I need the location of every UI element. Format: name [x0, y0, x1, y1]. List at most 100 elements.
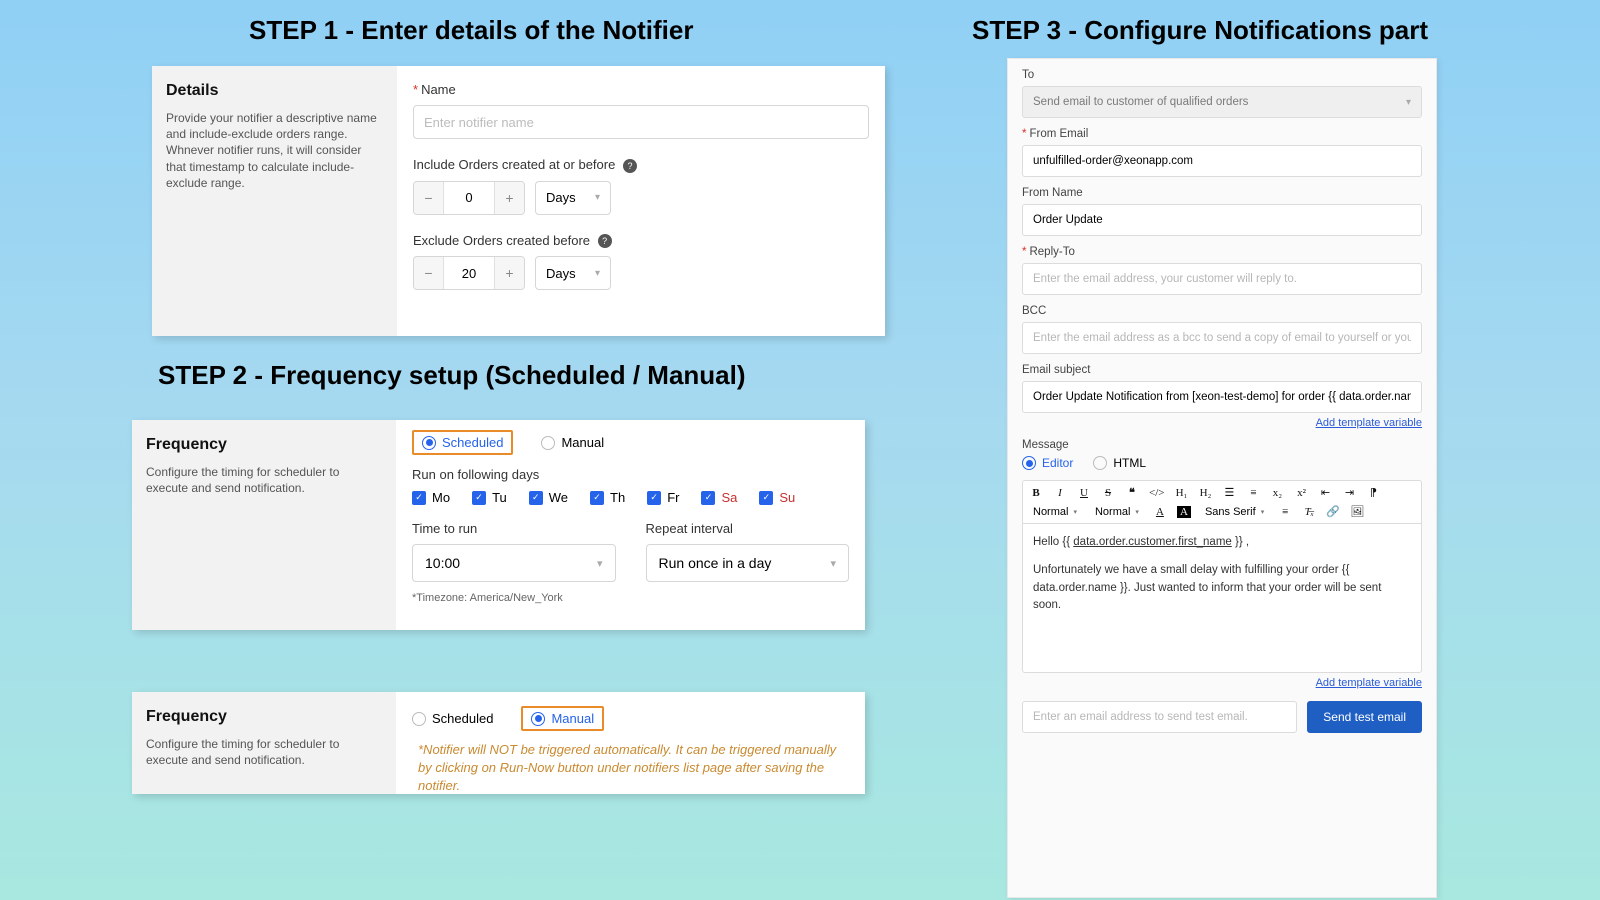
bg-color-icon[interactable]: A [1177, 506, 1191, 518]
include-value-input[interactable] [444, 182, 494, 214]
code-icon[interactable]: </> [1149, 487, 1164, 499]
clear-format-icon[interactable]: T̶ₓ [1302, 506, 1316, 518]
outdent-icon[interactable]: ⇤ [1318, 486, 1332, 499]
help-icon[interactable]: ? [623, 159, 637, 173]
h2-icon[interactable]: H₂ [1198, 487, 1212, 499]
heading-step2: STEP 2 - Frequency setup (Scheduled / Ma… [158, 360, 746, 391]
days-label: Run on following days [412, 467, 849, 482]
include-stepper: − + [413, 181, 525, 215]
subject-input[interactable] [1022, 381, 1422, 413]
h1-icon[interactable]: H₁ [1174, 487, 1188, 499]
radio-dot-icon [541, 436, 555, 450]
direction-icon[interactable]: ⁋ [1366, 486, 1380, 499]
frequency-title: Frequency [146, 436, 382, 454]
radio-dot-icon [412, 712, 426, 726]
details-desc: Provide your notifier a descriptive name… [166, 110, 383, 191]
checkbox-icon: ✓ [701, 491, 715, 505]
underline-icon[interactable]: U [1077, 487, 1091, 499]
link-icon[interactable]: 🔗 [1326, 505, 1340, 518]
frequency-desc: Configure the timing for scheduler to ex… [146, 464, 382, 496]
editor-text: Hello {{ [1033, 536, 1073, 548]
checkbox-icon: ✓ [759, 491, 773, 505]
from-name-input[interactable] [1022, 204, 1422, 236]
include-increment-button[interactable]: + [494, 182, 524, 214]
radio-dot-icon [1022, 456, 1036, 470]
panel-notifications: To Send email to customer of qualified o… [1007, 58, 1437, 898]
exclude-value-input[interactable] [444, 257, 494, 289]
from-name-label: From Name [1022, 187, 1422, 199]
from-email-label: *From Email [1022, 128, 1422, 140]
to-label: To [1022, 69, 1422, 81]
send-test-email-button[interactable]: Send test email [1307, 701, 1422, 733]
editor-toolbar: B I U S ❝ </> H₁ H₂ ☰ ≡ x₂ x² ⇤ ⇥ ⁋ Norm… [1022, 480, 1422, 523]
day-fr[interactable]: ✓Fr [647, 490, 679, 505]
checkbox-icon: ✓ [590, 491, 604, 505]
radio-scheduled[interactable]: Scheduled [412, 711, 493, 726]
time-label: Time to run [412, 521, 616, 536]
day-th[interactable]: ✓Th [590, 490, 625, 505]
image-icon[interactable]: 🖼 [1350, 505, 1364, 518]
bcc-input[interactable] [1022, 322, 1422, 354]
day-su[interactable]: ✓Su [759, 490, 795, 505]
include-decrement-button[interactable]: − [414, 182, 444, 214]
indent-icon[interactable]: ⇥ [1342, 486, 1356, 499]
include-unit-select[interactable]: Days▾ [535, 181, 611, 215]
name-label: *Name [413, 82, 869, 97]
exclude-unit-select[interactable]: Days▾ [535, 256, 611, 290]
panel-frequency-manual: Frequency Configure the timing for sched… [132, 692, 865, 794]
exclude-increment-button[interactable]: + [494, 257, 524, 289]
editor-text: }} , [1232, 536, 1249, 548]
day-mo[interactable]: ✓Mo [412, 490, 450, 505]
font-select[interactable]: Sans Serif▾ [1201, 506, 1268, 518]
strike-icon[interactable]: S [1101, 487, 1115, 499]
exclude-label: Exclude Orders created before ? [413, 233, 869, 249]
manual-warning-note: *Notifier will NOT be triggered automati… [412, 741, 849, 796]
quote-icon[interactable]: ❝ [1125, 486, 1139, 499]
day-sa[interactable]: ✓Sa [701, 490, 737, 505]
bold-icon[interactable]: B [1029, 487, 1043, 499]
repeat-label: Repeat interval [646, 521, 850, 536]
message-editor[interactable]: Hello {{ data.order.customer.first_name … [1022, 523, 1422, 673]
frequency-desc: Configure the timing for scheduler to ex… [146, 736, 382, 768]
to-select[interactable]: Send email to customer of qualified orde… [1022, 86, 1422, 118]
time-select[interactable]: 10:00▾ [412, 544, 616, 582]
notifier-name-input[interactable] [413, 105, 869, 139]
from-email-input[interactable] [1022, 145, 1422, 177]
radio-html[interactable]: HTML [1093, 456, 1146, 470]
help-icon[interactable]: ? [598, 234, 612, 248]
header-select[interactable]: Normal▾ [1091, 506, 1143, 518]
details-title: Details [166, 82, 383, 100]
radio-scheduled[interactable]: Scheduled [412, 430, 513, 455]
add-template-variable-link[interactable]: Add template variable [1022, 677, 1422, 689]
size-select[interactable]: Normal▾ [1029, 506, 1081, 518]
bcc-label: BCC [1022, 305, 1422, 317]
text-color-icon[interactable]: A [1153, 506, 1167, 518]
radio-dot-icon [1093, 456, 1107, 470]
checkbox-icon: ✓ [647, 491, 661, 505]
message-label: Message [1022, 439, 1422, 451]
radio-editor[interactable]: Editor [1022, 456, 1073, 470]
italic-icon[interactable]: I [1053, 487, 1067, 499]
superscript-icon[interactable]: x² [1294, 487, 1308, 499]
exclude-decrement-button[interactable]: − [414, 257, 444, 289]
day-we[interactable]: ✓We [529, 490, 568, 505]
bullet-list-icon[interactable]: ≡ [1246, 487, 1260, 499]
repeat-select[interactable]: Run once in a day▾ [646, 544, 850, 582]
add-template-variable-link[interactable]: Add template variable [1022, 417, 1422, 429]
panel-details: Details Provide your notifier a descript… [152, 66, 885, 336]
template-variable: data.order.customer.first_name [1073, 536, 1232, 548]
heading-step3: STEP 3 - Configure Notifications part [972, 15, 1428, 46]
radio-manual[interactable]: Manual [521, 706, 604, 731]
radio-manual[interactable]: Manual [541, 435, 604, 450]
ordered-list-icon[interactable]: ☰ [1222, 486, 1236, 499]
reply-to-label: *Reply-To [1022, 246, 1422, 258]
day-tu[interactable]: ✓Tu [472, 490, 507, 505]
test-email-input[interactable] [1022, 701, 1297, 733]
subject-label: Email subject [1022, 364, 1422, 376]
checkbox-icon: ✓ [412, 491, 426, 505]
subscript-icon[interactable]: x₂ [1270, 487, 1284, 499]
checkbox-icon: ✓ [529, 491, 543, 505]
align-icon[interactable]: ≡ [1278, 506, 1292, 518]
radio-dot-icon [422, 436, 436, 450]
reply-to-input[interactable] [1022, 263, 1422, 295]
